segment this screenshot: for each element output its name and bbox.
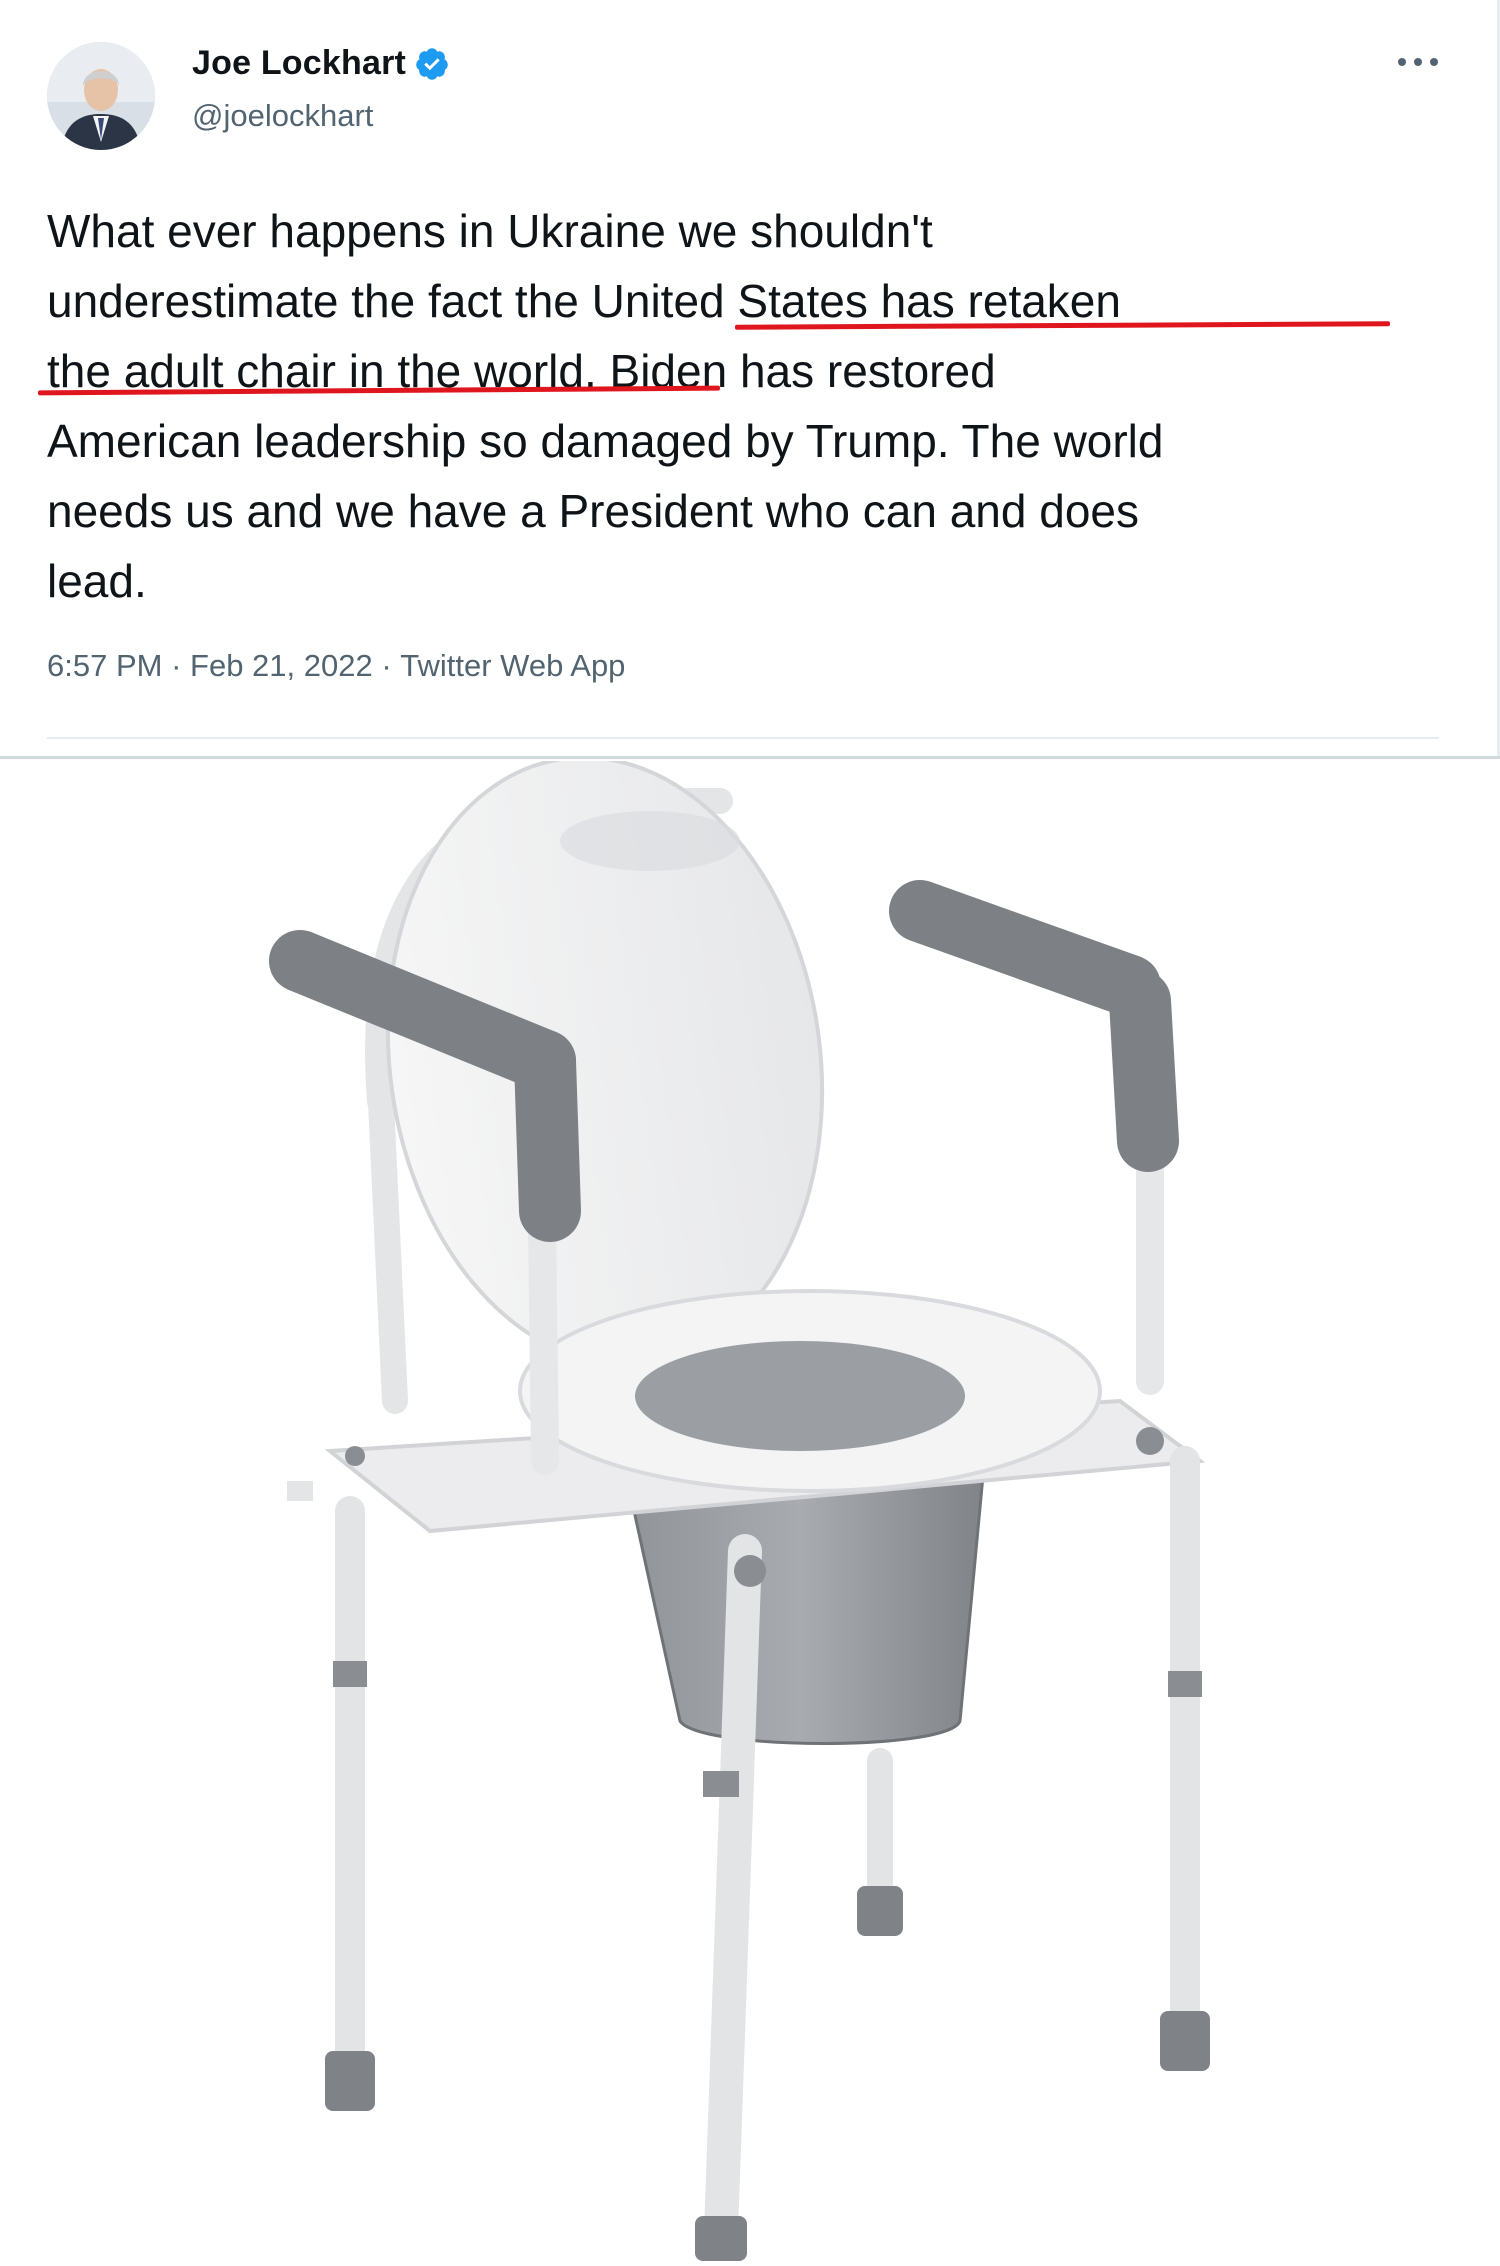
avatar-image (47, 42, 155, 150)
author-name-row[interactable]: Joe Lockhart (192, 44, 450, 83)
commode-chair-image (0, 755, 1500, 2266)
commode-chair-photo (0, 755, 1500, 2266)
tweet-date[interactable]: Feb 21, 2022 (190, 648, 373, 684)
tweet-card: Joe Lockhart @joelockhart What ever happ… (0, 0, 1500, 759)
tweet-source: Twitter Web App (400, 648, 626, 683)
divider (47, 737, 1439, 739)
tweet-meta: 6:57 PM · Feb 21, 2022 · Twitter Web App (47, 648, 625, 684)
section-divider (0, 756, 1500, 759)
avatar[interactable] (47, 42, 155, 150)
handle[interactable]: @joelockhart (192, 98, 373, 134)
tweet-text: What ever happens in Ukraine we shouldn'… (47, 205, 1164, 607)
display-name[interactable]: Joe Lockhart (192, 44, 406, 83)
meta-separator: · (372, 648, 401, 683)
verified-badge-icon (414, 46, 450, 82)
more-options-icon[interactable] (1398, 52, 1438, 72)
meta-separator: · (162, 648, 191, 683)
tweet-time[interactable]: 6:57 PM (47, 648, 162, 684)
